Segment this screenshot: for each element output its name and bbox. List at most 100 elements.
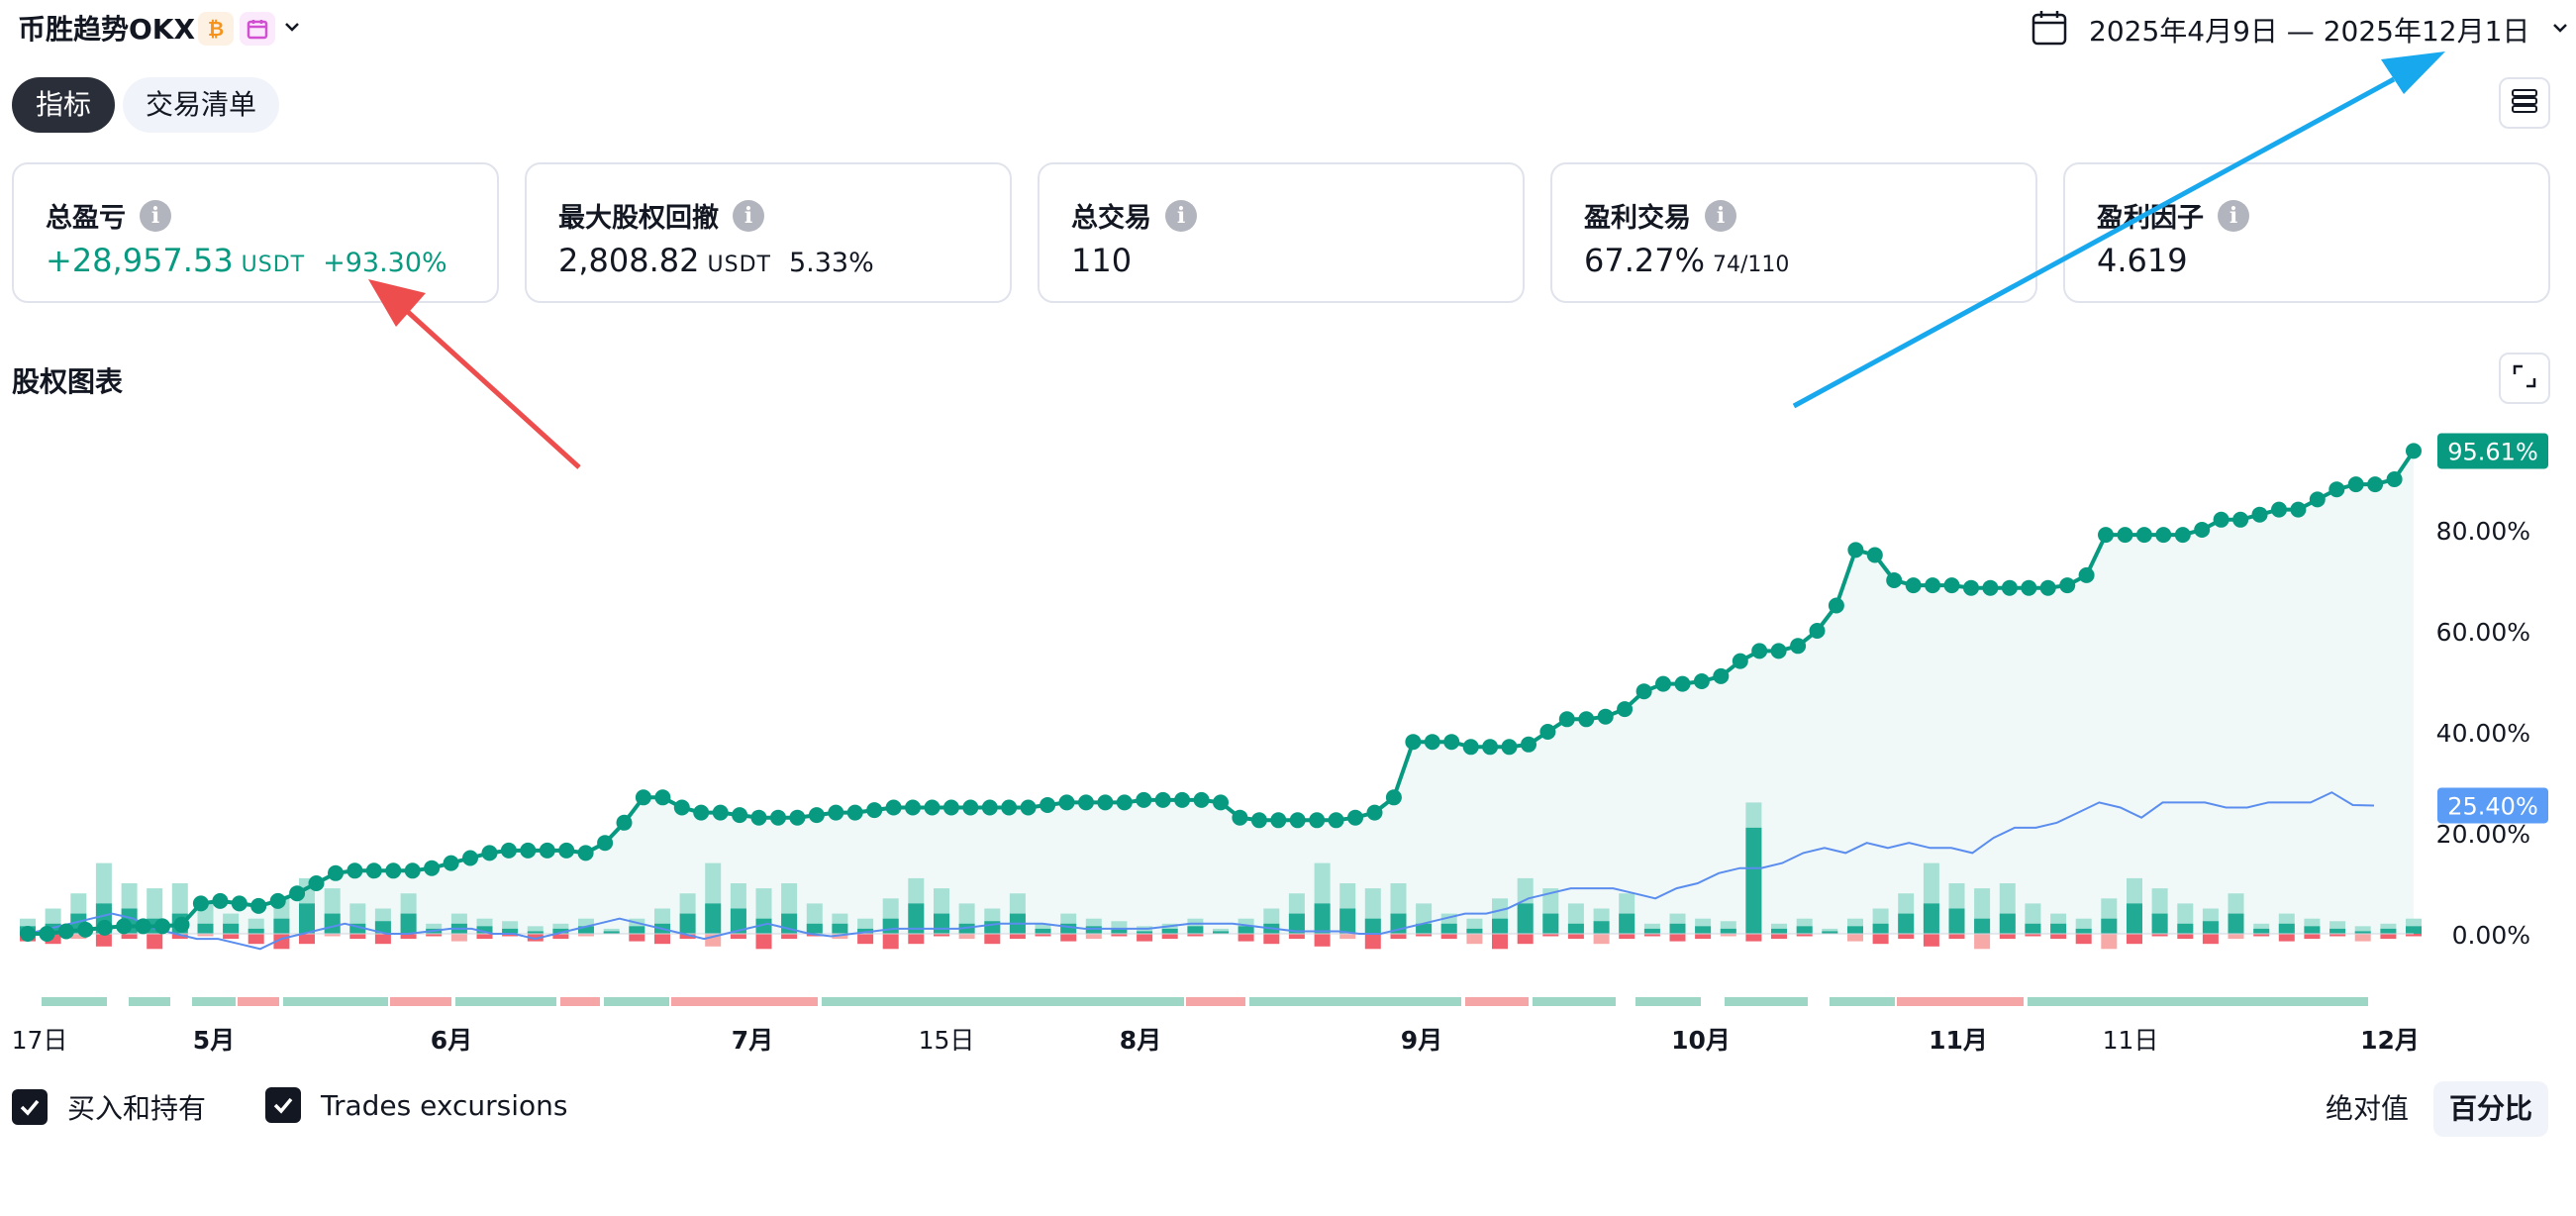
tab-trade-list[interactable]: 交易清单 bbox=[123, 77, 279, 133]
date-range-picker[interactable]: 2025年4月9日 — 2025年12月1日 bbox=[2030, 6, 2571, 53]
equity-point bbox=[2309, 491, 2326, 508]
equity-point bbox=[1232, 809, 1248, 826]
equity-point bbox=[1655, 675, 1671, 692]
trade-bar-negative bbox=[1009, 934, 1026, 940]
y-tick-label: 60.00% bbox=[2436, 618, 2530, 647]
x-tick-label: 6月 bbox=[431, 1026, 472, 1055]
trade-strip-segment bbox=[1725, 997, 1808, 1006]
trade-bar-dark bbox=[1999, 913, 2016, 934]
trade-bar-dark bbox=[2380, 928, 2397, 934]
layout-menu-button[interactable] bbox=[2499, 77, 2550, 129]
trade-bar-dark bbox=[1187, 926, 1204, 934]
equity-point bbox=[192, 895, 209, 912]
percent-toggle[interactable]: 百分比 bbox=[2433, 1081, 2548, 1137]
trade-bar-dark bbox=[1466, 928, 1483, 934]
info-icon[interactable]: i bbox=[733, 199, 764, 232]
equity-point bbox=[462, 850, 478, 866]
trade-strip-segment bbox=[2028, 997, 2368, 1006]
equity-point bbox=[2155, 527, 2172, 544]
equity-point bbox=[250, 897, 267, 914]
trade-bar-dark bbox=[1542, 913, 1559, 934]
y-axis: 0.00% 20.00% 40.00% 60.00% 80.00% bbox=[2436, 517, 2530, 950]
trade-bar-negative bbox=[2101, 934, 2118, 950]
equity-point bbox=[673, 799, 690, 816]
trades-excursions-checkbox[interactable]: Trades excursions bbox=[265, 1087, 567, 1123]
info-icon[interactable]: i bbox=[2218, 199, 2249, 232]
x-tick-label: 11日 bbox=[2103, 1026, 2159, 1055]
trade-bar-dark bbox=[1364, 918, 1381, 934]
trade-bar-dark bbox=[1314, 903, 1331, 934]
x-tick-label: 8月 bbox=[1120, 1026, 1161, 1055]
buy-hold-checkbox[interactable]: 买入和持有 bbox=[12, 1087, 206, 1127]
strategy-icons[interactable]: ₿ bbox=[198, 12, 303, 46]
info-icon[interactable]: i bbox=[140, 199, 171, 232]
equity-point bbox=[39, 926, 55, 942]
equity-point bbox=[1385, 789, 1402, 806]
trade-bar-dark bbox=[1669, 923, 1686, 934]
list-icon bbox=[2510, 86, 2539, 120]
info-icon[interactable]: i bbox=[1705, 199, 1736, 232]
trade-strip-segment bbox=[42, 997, 107, 1006]
chevron-down-icon[interactable] bbox=[281, 16, 303, 42]
trade-bar-negative bbox=[1974, 934, 1991, 950]
metric-label: 总盈亏 bbox=[46, 203, 126, 234]
tab-metrics[interactable]: 指标 bbox=[12, 77, 115, 133]
trade-strip bbox=[42, 997, 2368, 1006]
absolute-value-toggle[interactable]: 绝对值 bbox=[2309, 1081, 2426, 1137]
checkbox-checked-icon[interactable] bbox=[265, 1087, 301, 1123]
equity-chart[interactable]: 0.00%20.00%40.00%60.00%80.00% 17日 5月 6月 7月 1… bbox=[0, 406, 2576, 1079]
trade-strip-segment bbox=[1897, 997, 2024, 1006]
x-tick-label: 5月 bbox=[193, 1026, 235, 1055]
metric-value: +28,957.53 bbox=[46, 242, 234, 279]
metric-ratio: 74/110 bbox=[1713, 253, 1790, 277]
trade-bar-dark bbox=[629, 926, 645, 934]
equity-point bbox=[1828, 597, 1844, 614]
trade-bar-negative bbox=[95, 934, 112, 947]
equity-point bbox=[2059, 577, 2076, 594]
equity-point bbox=[1136, 791, 1152, 808]
trade-bar-dark bbox=[2253, 928, 2270, 934]
equity-point bbox=[1925, 577, 1941, 594]
trade-bar-dark bbox=[2304, 926, 2321, 934]
trade-bar-dark bbox=[324, 913, 341, 934]
equity-point bbox=[1674, 675, 1691, 692]
equity-point bbox=[1809, 623, 1826, 639]
trade-strip-segment bbox=[1465, 997, 1529, 1006]
equity-point bbox=[2021, 579, 2037, 596]
info-icon[interactable]: i bbox=[1165, 199, 1197, 232]
trade-strip-segment bbox=[822, 997, 1184, 1006]
trade-bar-negative bbox=[1619, 934, 1635, 940]
trade-bar-negative bbox=[121, 934, 138, 940]
equity-point bbox=[616, 814, 633, 831]
equity-point bbox=[1193, 791, 1210, 808]
trade-bar-dark bbox=[1923, 903, 1939, 934]
equity-point bbox=[1578, 711, 1595, 728]
equity-point bbox=[1770, 643, 1787, 659]
trade-bar-negative bbox=[1695, 934, 1712, 940]
strategy-name[interactable]: 币胜趋势OKX bbox=[18, 10, 195, 50]
equity-point bbox=[212, 892, 229, 909]
trade-strip-segment bbox=[390, 997, 451, 1006]
trade-strip-segment bbox=[238, 997, 279, 1006]
trade-bar-negative bbox=[223, 934, 240, 940]
trade-bar-negative bbox=[1238, 934, 1254, 942]
fullscreen-button[interactable] bbox=[2499, 353, 2550, 404]
equity-point bbox=[2039, 579, 2056, 596]
trade-bar-dark bbox=[1796, 926, 1813, 934]
equity-point bbox=[1001, 799, 1018, 816]
trade-bar-dark bbox=[1948, 908, 1965, 934]
trade-bar-dark bbox=[1238, 926, 1254, 934]
x-tick-label: 15日 bbox=[919, 1026, 975, 1055]
trade-strip-segment bbox=[1533, 997, 1616, 1006]
trade-bar-dark bbox=[1567, 923, 1584, 934]
equity-point bbox=[1905, 577, 1922, 594]
metric-card-profitable-trades: 盈利交易 i 67.27% 74/110 bbox=[1550, 162, 2037, 303]
checkbox-checked-icon[interactable] bbox=[12, 1089, 48, 1125]
x-tick-label: 17日 bbox=[12, 1026, 68, 1055]
y-tick-label: 80.00% bbox=[2436, 517, 2530, 546]
equity-point bbox=[846, 804, 863, 821]
trade-bar-negative bbox=[374, 934, 391, 945]
equity-point bbox=[1886, 572, 1903, 588]
trade-bar-negative bbox=[1948, 934, 1965, 940]
y-tick-label: 20.00% bbox=[2436, 820, 2530, 849]
